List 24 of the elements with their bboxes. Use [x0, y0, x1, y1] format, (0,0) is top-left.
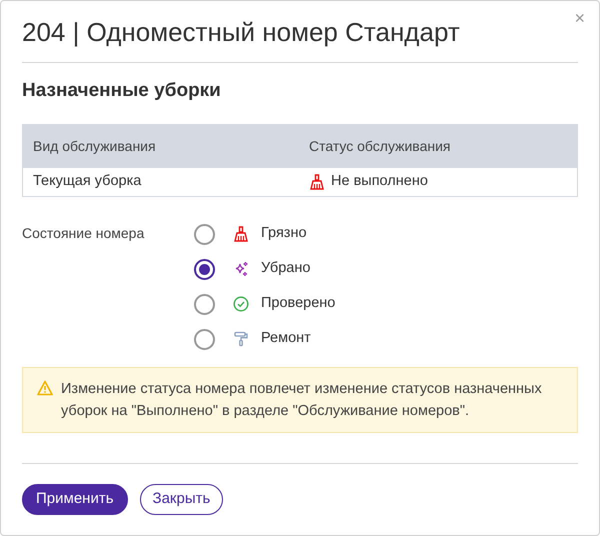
option-label[interactable]: Грязно [261, 223, 307, 245]
sparkles-icon [233, 261, 249, 277]
check-circle-icon [233, 296, 249, 312]
option-label[interactable]: Проверено [261, 293, 336, 315]
broom-icon [309, 174, 325, 190]
section-title: Назначенные уборки [22, 79, 222, 103]
paint-roller-icon [233, 331, 249, 347]
table-cell-text: Текущая уборка [32, 172, 142, 191]
warning-icon [37, 380, 53, 396]
column-header: Вид обслуживания [32, 136, 157, 156]
radio-button[interactable] [194, 328, 215, 350]
column-header: Статус обслуживания [308, 136, 452, 156]
option-label[interactable]: Убрано [261, 258, 310, 280]
close-dialog-button[interactable]: Закрыть [140, 484, 224, 514]
dialog-title: 204 | Одноместный номер Стандарт [22, 16, 460, 49]
apply-button[interactable]: Применить [22, 484, 128, 514]
status-text: Не выполнено [331, 172, 428, 191]
radio-button[interactable] [194, 258, 215, 280]
broom-icon [233, 226, 249, 242]
radio-button[interactable] [194, 224, 215, 244]
radio-button[interactable] [194, 294, 215, 314]
warning-text: Изменение статуса номера повлечет изменение статусов назначенных уборок на "Выполнено" в разделе "Обслуживание номеров". [61, 380, 543, 420]
option-label[interactable]: Ремонт [261, 328, 311, 350]
field-label: Состояние номера [22, 224, 146, 243]
